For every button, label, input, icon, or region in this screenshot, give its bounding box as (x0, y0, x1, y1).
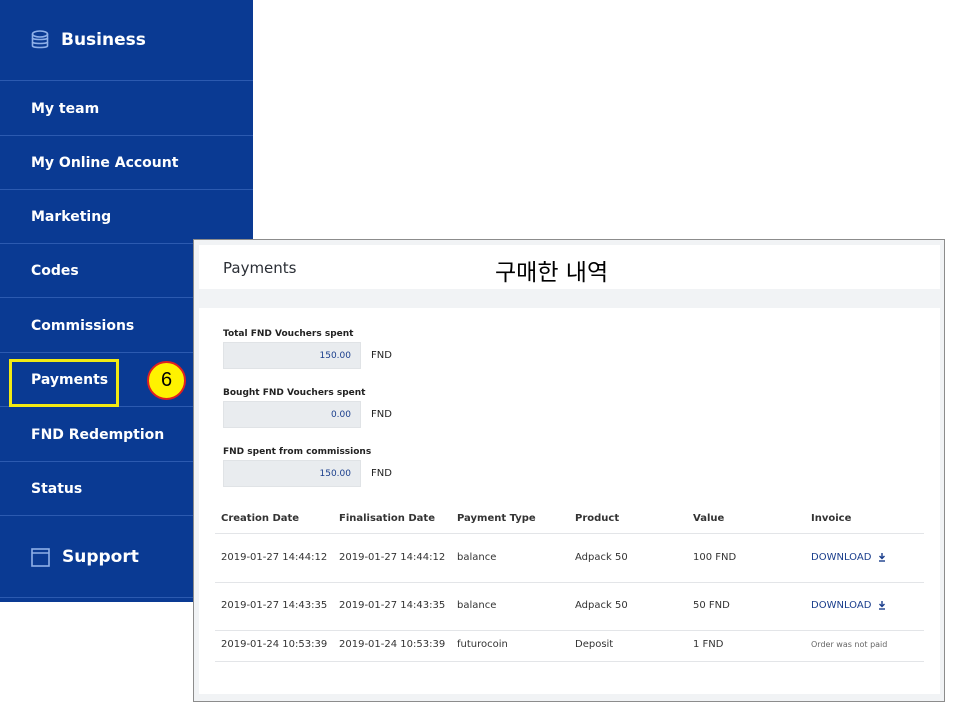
download-invoice-link[interactable]: DOWNLOAD (811, 600, 886, 611)
database-icon (31, 30, 49, 49)
summary-value-bought: 0.00 (223, 401, 361, 428)
sidebar-section-business[interactable]: Business (0, 0, 253, 81)
table-divider (215, 661, 924, 662)
download-icon (879, 601, 886, 610)
download-invoice-link[interactable]: DOWNLOAD (811, 552, 886, 563)
sidebar-item-marketing[interactable]: Marketing (0, 190, 253, 244)
cell-finalisation-date: 2019-01-24 10:53:39 (339, 639, 446, 650)
window-icon (31, 547, 50, 567)
table-divider (215, 582, 924, 583)
summary-unit: FND (371, 350, 392, 361)
summary-label-total: Total FND Vouchers spent (223, 329, 354, 339)
column-header-product: Product (575, 513, 620, 524)
cell-payment-type: futurocoin (457, 639, 508, 650)
sidebar-item-label: My Online Account (31, 154, 179, 171)
sidebar-item-my-online-account[interactable]: My Online Account (0, 136, 253, 190)
table-divider (215, 533, 924, 534)
annotation-note: 구매한 내역 (495, 260, 609, 286)
sidebar-support-title: Support (62, 547, 139, 567)
cell-product: Adpack 50 (575, 552, 628, 563)
summary-value-commissions: 150.00 (223, 460, 361, 487)
cell-product: Adpack 50 (575, 600, 628, 611)
column-header-finalisation-date: Finalisation Date (339, 513, 435, 524)
sidebar-item-label: Marketing (31, 208, 112, 225)
cell-finalisation-date: 2019-01-27 14:44:12 (339, 552, 446, 563)
sidebar-item-label: FND Redemption (31, 426, 165, 443)
column-header-invoice: Invoice (811, 513, 852, 524)
download-label: DOWNLOAD (811, 600, 872, 611)
panel-body: Total FND Vouchers spent 150.00 FND Boug… (199, 308, 940, 694)
summary-unit: FND (371, 468, 392, 479)
cell-creation-date: 2019-01-27 14:43:35 (221, 600, 328, 611)
cell-payment-type: balance (457, 600, 497, 611)
payments-panel: Payments 구매한 내역 Total FND Vouchers spent… (193, 239, 945, 702)
cell-creation-date: 2019-01-27 14:44:12 (221, 552, 328, 563)
sidebar-item-label: Codes (31, 262, 79, 279)
summary-label-bought: Bought FND Vouchers spent (223, 388, 366, 398)
step-number-badge: 6 (147, 361, 186, 400)
sidebar-item-label: My team (31, 100, 100, 117)
payments-highlight-box (9, 359, 119, 407)
panel-header: Payments 구매한 내역 (199, 245, 940, 289)
page-title: Payments (223, 259, 297, 277)
invoice-status-text: Order was not paid (811, 640, 888, 649)
summary-value-total: 150.00 (223, 342, 361, 369)
sidebar-item-my-team[interactable]: My team (0, 82, 253, 136)
cell-payment-type: balance (457, 552, 497, 563)
summary-unit: FND (371, 409, 392, 420)
sidebar-item-label: Status (31, 480, 83, 497)
column-header-payment-type: Payment Type (457, 513, 536, 524)
cell-value: 100 FND (693, 552, 737, 563)
cell-value: 1 FND (693, 639, 724, 650)
summary-label-commissions: FND spent from commissions (223, 447, 372, 457)
table-divider (215, 630, 924, 631)
sidebar-item-label: Commissions (31, 317, 135, 334)
sidebar-section-title: Business (61, 30, 146, 50)
download-label: DOWNLOAD (811, 552, 872, 563)
cell-value: 50 FND (693, 600, 730, 611)
download-icon (879, 553, 886, 562)
column-header-value: Value (693, 513, 725, 524)
column-header-creation-date: Creation Date (221, 513, 300, 524)
cell-product: Deposit (575, 639, 614, 650)
cell-finalisation-date: 2019-01-27 14:43:35 (339, 600, 446, 611)
cell-creation-date: 2019-01-24 10:53:39 (221, 639, 328, 650)
